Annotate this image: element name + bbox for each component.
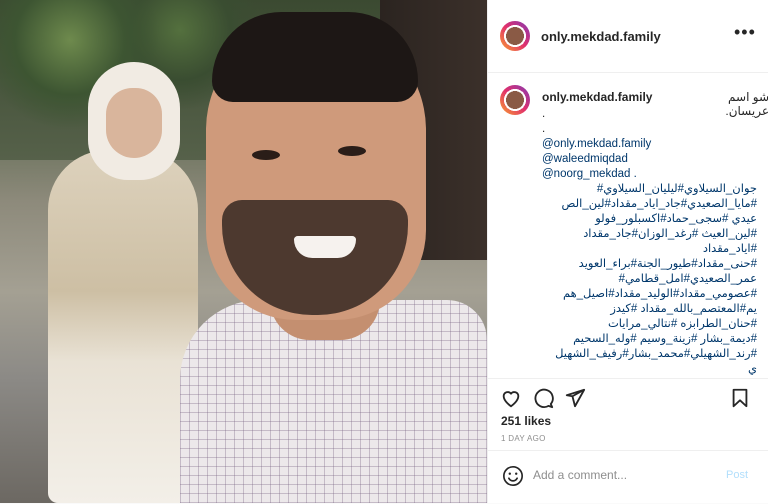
hashtag-line[interactable]: عيدي #سجى_حماد#اكسبلور_فولو [542, 212, 757, 227]
hashtag-line[interactable]: #رند_الشهيلي#محمد_بشار#رفيف_الشهيل [542, 347, 757, 362]
emoji-icon[interactable] [502, 465, 524, 487]
action-bar [488, 378, 768, 413]
man-eye [338, 146, 366, 156]
ellipsis-icon[interactable]: ••• [734, 23, 756, 41]
mention-link[interactable]: @noorg_mekdad . [542, 167, 757, 182]
hashtag-line[interactable]: #حنى_مقداد#طيور_الجنة#براء_العويد [542, 257, 757, 272]
hashtag-line[interactable]: #عصومي_مقداد#الوليد_مقداد#اصيل_هم [542, 287, 757, 302]
caption-username[interactable]: only.mekdad.family [542, 90, 652, 104]
man-hair [212, 12, 418, 102]
header-username[interactable]: only.mekdad.family [541, 29, 661, 44]
share-icon[interactable] [564, 387, 586, 409]
hashtag-line[interactable]: عمر_الصعيدي#امل_قطامي# [542, 272, 757, 287]
hashtag-line[interactable]: #مايا_الصعيدي#جاد_اياد_مقداد#لين_الص [542, 197, 757, 212]
hashtag-line[interactable]: ي [542, 362, 757, 377]
post-header: only.mekdad.family ••• [488, 0, 768, 73]
avatar[interactable] [500, 21, 530, 51]
post-timestamp[interactable]: 1 DAY AGO [501, 434, 546, 443]
caption-dot: . [542, 123, 546, 135]
heart-icon[interactable] [500, 387, 522, 409]
mention-link[interactable]: @waleedmiqdad [542, 152, 757, 167]
hashtag-line[interactable]: #لين_العيث #رغد_الوزان#جاد_مقداد [542, 227, 757, 242]
avatar[interactable] [500, 85, 530, 115]
woman-figure [48, 150, 198, 503]
post-comment-button[interactable]: Post [726, 469, 748, 481]
mention-link[interactable]: @only.mekdad.family [542, 137, 757, 152]
post-image[interactable] [0, 0, 487, 503]
hashtag-line[interactable]: #اياد_مقداد [542, 242, 757, 257]
comment-bar: Add a comment... Post [488, 450, 768, 504]
caption-dot: . [542, 108, 546, 120]
comment-icon[interactable] [532, 387, 554, 409]
hashtag-line[interactable]: #ديمة_بشار #زينة_وسيم #وله_السحيم [542, 332, 757, 347]
caption-lines: . . @only.mekdad.family @waleedmiqdad @n… [542, 107, 757, 377]
bookmark-icon[interactable] [729, 387, 751, 409]
comment-input[interactable]: Add a comment... [533, 468, 627, 482]
man-smile [294, 236, 356, 258]
hashtag-line[interactable]: #حنان_الطرابزه #نتالي_مرايات [542, 317, 757, 332]
caption: only.mekdad.family شو اسم عريسان. . . @o… [488, 73, 768, 377]
hashtag-line[interactable]: يم#المعتصم_بالله_مقداد #كيدز [542, 302, 757, 317]
instagram-post: only.mekdad.family ••• only.mekdad.famil… [0, 0, 768, 503]
post-side-panel: only.mekdad.family ••• only.mekdad.famil… [487, 0, 768, 503]
man-eye [252, 150, 280, 160]
hashtag-line[interactable]: جوان_السيلاوي#ليليان_السيلاوي# [542, 182, 757, 197]
like-count[interactable]: 251 likes [501, 414, 551, 428]
woman-face [106, 88, 162, 158]
